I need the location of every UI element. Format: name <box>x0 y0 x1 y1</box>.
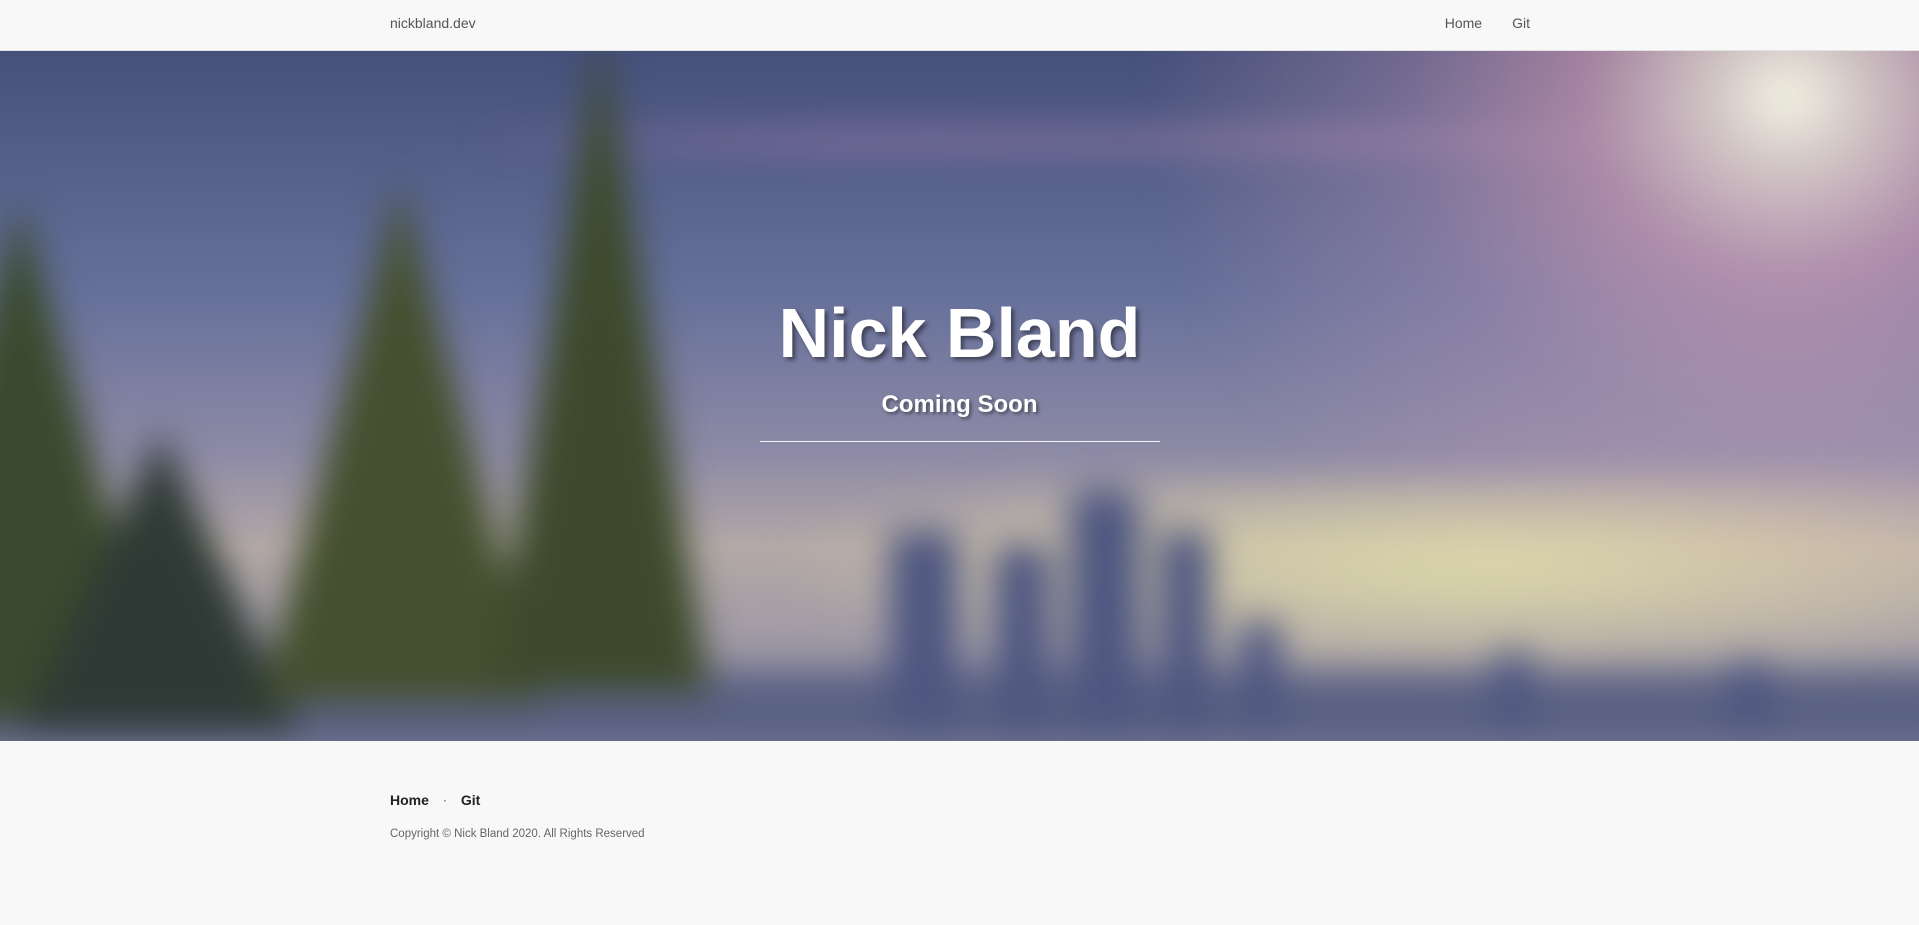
skyline-building <box>1730 661 1770 731</box>
nav-link-home[interactable]: Home <box>1445 15 1482 31</box>
pine-tree <box>20 431 300 731</box>
nav-link-git[interactable]: Git <box>1512 15 1530 31</box>
footer-separator: · <box>442 793 447 807</box>
skyline-building <box>890 531 958 731</box>
skyline-building <box>1090 486 1115 526</box>
footer-links: Home · Git <box>390 792 480 808</box>
hero-divider <box>760 441 1160 442</box>
skyline-building <box>1070 496 1140 731</box>
skyline-building <box>1240 621 1280 731</box>
skyline-building <box>1495 651 1530 731</box>
skyline-building <box>1160 531 1210 731</box>
nav-links: Home Git <box>1445 15 1530 31</box>
copyright-text: Copyright © Nick Bland 2020. All Rights … <box>390 828 645 840</box>
hero-title: Nick Bland <box>778 294 1141 372</box>
hero-subtitle: Coming Soon <box>881 391 1038 418</box>
footer-link-git[interactable]: Git <box>461 792 480 808</box>
brand-link[interactable]: nickbland.dev <box>390 15 476 31</box>
footer: Home · Git Copyright © Nick Bland 2020. … <box>0 741 1919 925</box>
skyline-building <box>995 546 1050 731</box>
hero-section: Nick Bland Coming Soon <box>0 51 1919 741</box>
top-navbar: nickbland.dev Home Git <box>0 0 1919 51</box>
footer-link-home[interactable]: Home <box>390 792 429 808</box>
